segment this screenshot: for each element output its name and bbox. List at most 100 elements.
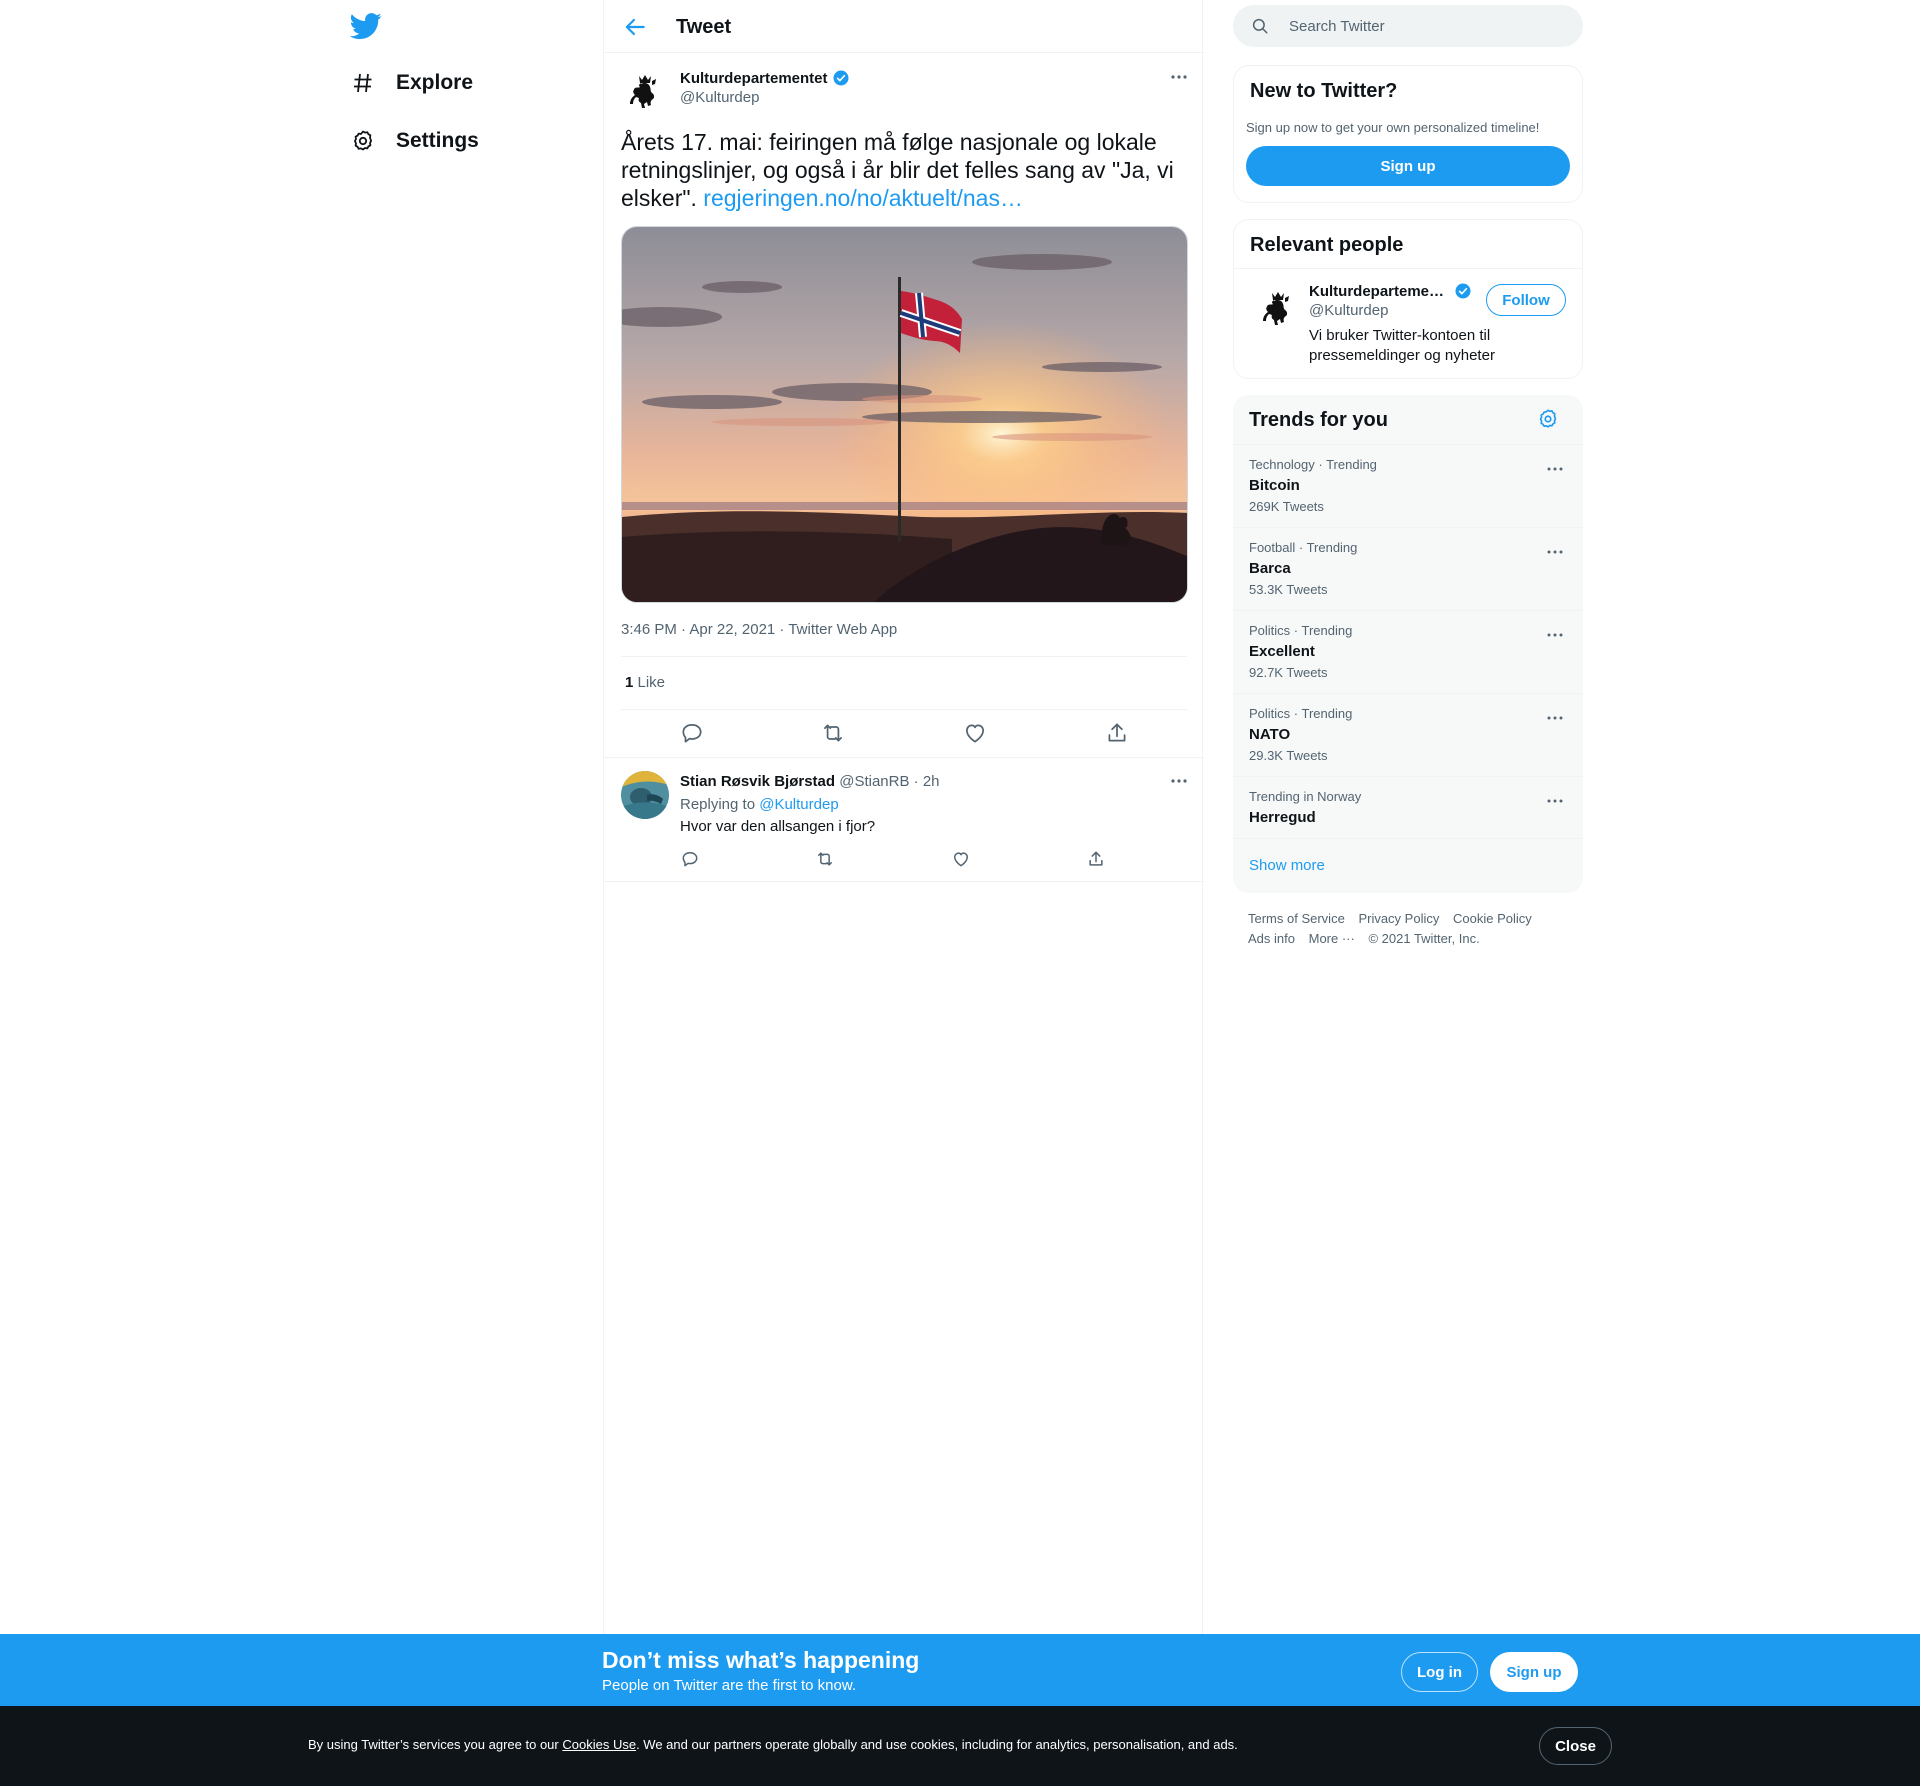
search-input[interactable]: Search Twitter (1289, 18, 1385, 35)
tweet-header: Tweet (604, 0, 1204, 53)
gear-icon[interactable] (1537, 408, 1561, 432)
cookie-policy-link[interactable]: Cookie Policy (1453, 911, 1532, 926)
more-icon[interactable] (1545, 542, 1565, 562)
trend-item[interactable]: Trending in Norway Herregud (1233, 776, 1583, 838)
card-title: Relevant people (1250, 234, 1404, 256)
trend-name: Excellent (1249, 643, 1315, 660)
cookies-use-link[interactable]: Cookies Use (562, 1737, 636, 1752)
divider (1234, 268, 1582, 269)
divider (604, 881, 1204, 882)
retweet-icon[interactable] (815, 849, 835, 869)
flag-sunset-photo (622, 227, 1187, 602)
more-icon[interactable] (1545, 791, 1565, 811)
trend-count: 29.3K Tweets (1249, 748, 1328, 763)
replying-prefix: Replying to (680, 796, 760, 813)
sign-up-button[interactable]: Sign up (1490, 1652, 1578, 1692)
divider (604, 757, 1204, 758)
person-handle[interactable]: @Kulturdep (1309, 302, 1388, 319)
author-name-text: Kulturdepartementet (680, 69, 828, 87)
more-icon[interactable] (1545, 459, 1565, 479)
more-icon[interactable] (1545, 625, 1565, 645)
like-icon[interactable] (951, 849, 971, 869)
trend-name: Herregud (1249, 809, 1316, 826)
trend-name: Bitcoin (1249, 477, 1300, 494)
trend-category: Politics · Trending (1249, 623, 1353, 638)
tweet-text: Årets 17. mai: feiringen må følge nasjon… (621, 128, 1191, 212)
more-icon[interactable] (1545, 708, 1565, 728)
ads-info-link[interactable]: Ads info (1248, 931, 1295, 946)
trend-name: Barca (1249, 560, 1291, 577)
avatar[interactable] (621, 67, 669, 115)
search-icon (1251, 17, 1269, 35)
footer-links: Terms of Service Privacy Policy Cookie P… (1248, 909, 1578, 949)
follow-button[interactable]: Follow (1486, 284, 1566, 316)
trend-item[interactable]: Football · Trending Barca 53.3K Tweets (1233, 527, 1583, 610)
person-name-text: Kulturdeparteme… (1309, 282, 1445, 300)
trends-card: Trends for you Technology · Trending Bit… (1233, 395, 1583, 893)
show-more-link[interactable]: Show more (1249, 857, 1325, 874)
person-bio: Vi bruker Twitter-kontoen til pressemeld… (1309, 327, 1495, 364)
divider (1233, 838, 1583, 839)
copyright: © 2021 Twitter, Inc. (1368, 931, 1480, 946)
tweet-timestamp[interactable]: 3:46 PM · Apr 22, 2021 · Twitter Web App (621, 621, 897, 638)
twitter-logo-icon[interactable] (349, 10, 382, 42)
verified-badge-icon (833, 70, 849, 86)
nav-explore[interactable]: Explore (350, 63, 473, 103)
trend-count: 92.7K Tweets (1249, 665, 1328, 680)
close-button[interactable]: Close (1539, 1727, 1612, 1765)
page-title: Tweet (676, 16, 732, 38)
reply-avatar[interactable] (621, 771, 669, 819)
trend-category: Politics · Trending (1249, 706, 1353, 721)
verified-badge-icon (1455, 283, 1471, 299)
trend-item[interactable]: Politics · Trending NATO 29.3K Tweets (1233, 693, 1583, 776)
search-box[interactable]: Search Twitter (1233, 5, 1583, 47)
tweet-author-name[interactable]: Kulturdepartementet (680, 69, 850, 87)
hashtag-icon (350, 70, 376, 96)
like-label: Like (633, 674, 666, 691)
cookie-suffix: . We and our partners operate globally a… (636, 1737, 1238, 1752)
nav-explore-label: Explore (396, 71, 474, 94)
replying-to-handle[interactable]: @Kulturdep (759, 796, 838, 813)
arrow-left-icon[interactable] (622, 14, 648, 40)
sign-up-button[interactable]: Sign up (1246, 146, 1570, 186)
like-icon[interactable] (962, 720, 988, 746)
retweet-icon[interactable] (820, 720, 846, 746)
terms-link[interactable]: Terms of Service (1248, 911, 1345, 926)
reply-icon[interactable] (679, 720, 705, 746)
gear-icon (350, 128, 376, 154)
card-title: New to Twitter? (1250, 80, 1398, 102)
main-column: Tweet Kulturdepartementet @Kulturdep Åre… (603, 0, 1204, 1634)
person-photo (621, 771, 669, 819)
reply-time[interactable]: · 2h (909, 773, 940, 790)
avatar[interactable] (1254, 284, 1302, 332)
cookie-text: By using Twitter’s services you agree to… (308, 1737, 1238, 1752)
signup-banner: Don’t miss what’s happening People on Tw… (0, 1634, 1920, 1706)
more-link[interactable]: More ··· (1309, 931, 1355, 946)
tweet-link[interactable]: regjeringen.no/no/aktuelt/nas… (703, 185, 1023, 211)
reply-author-name[interactable]: Stian Røsvik Bjørstad (680, 773, 835, 790)
share-icon[interactable] (1086, 849, 1106, 869)
tweet-author-handle[interactable]: @Kulturdep (680, 89, 759, 106)
trend-item[interactable]: Technology · Trending Bitcoin 269K Tweet… (1233, 444, 1583, 527)
tweet-photo[interactable] (621, 226, 1188, 603)
trend-item[interactable]: Politics · Trending Excellent 92.7K Twee… (1233, 610, 1583, 693)
share-icon[interactable] (1104, 720, 1130, 746)
banner-subtext: People on Twitter are the first to know. (602, 1677, 857, 1694)
trend-count: 53.3K Tweets (1249, 582, 1328, 597)
card-subtitle: Sign up now to get your own personalized… (1246, 120, 1540, 135)
privacy-link[interactable]: Privacy Policy (1358, 911, 1439, 926)
card-title: Trends for you (1249, 409, 1388, 431)
log-in-button[interactable]: Log in (1401, 1652, 1478, 1692)
more-icon[interactable] (1168, 66, 1190, 88)
reply-icon[interactable] (680, 849, 700, 869)
trend-category: Football · Trending (1249, 540, 1358, 555)
more-icon[interactable] (1168, 770, 1190, 792)
reply-author-handle[interactable]: @StianRB (839, 773, 909, 790)
nav-settings-label: Settings (396, 129, 479, 152)
person-name[interactable]: Kulturdeparteme… (1309, 282, 1472, 300)
banner-headline: Don’t miss what’s happening (602, 1647, 920, 1673)
nav-settings[interactable]: Settings (350, 121, 479, 161)
like-count[interactable]: 1 Like (625, 674, 665, 691)
trend-name: NATO (1249, 726, 1291, 743)
coat-of-arms-lion-icon (621, 67, 669, 115)
